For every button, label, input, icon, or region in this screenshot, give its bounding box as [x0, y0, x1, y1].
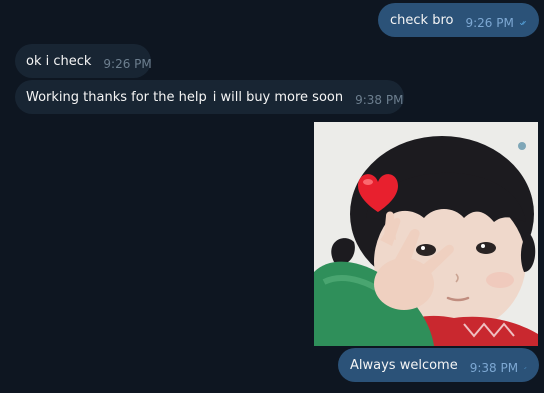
message-incoming[interactable]: ok i check 9:26 PM: [15, 44, 152, 78]
message-time: 9:38 PM: [469, 361, 519, 375]
message-time: 9:26 PM: [465, 16, 514, 30]
photo-message[interactable]: [314, 122, 538, 346]
message-time: 9:26 PM: [103, 57, 152, 71]
message-text: Working thanks for the help: [26, 89, 207, 105]
message-time: 9:38 PM: [355, 93, 404, 107]
double-check-icon: [524, 367, 527, 369]
message-incoming[interactable]: Working thanks for the help i will buy m…: [15, 80, 404, 114]
message-text: ok i check: [26, 53, 92, 69]
double-check-icon: [519, 21, 526, 25]
message-text: check bro: [390, 12, 454, 28]
message-outgoing[interactable]: check bro 9:26 PM: [378, 3, 539, 37]
message-text: i will buy more soon: [212, 89, 344, 105]
photo-image: [314, 122, 538, 346]
message-text: Always welcome: [350, 357, 458, 373]
message-outgoing[interactable]: Always welcome 9:38 PM: [338, 348, 539, 382]
